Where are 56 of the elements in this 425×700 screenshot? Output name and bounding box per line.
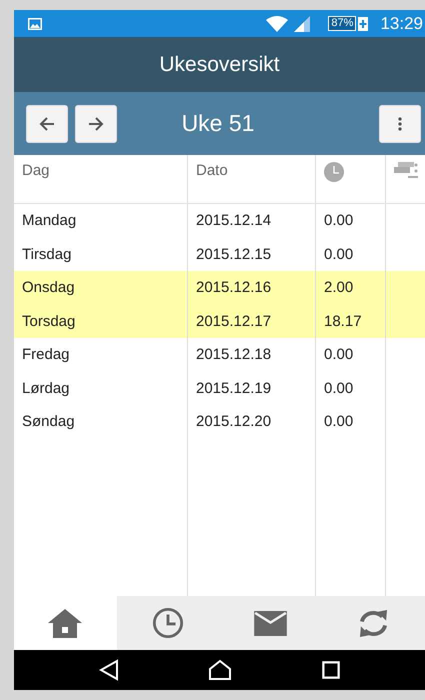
table-cell: 2015.12.16 bbox=[196, 279, 272, 296]
column-header: Dag bbox=[22, 162, 50, 179]
table-cell: 2015.12.17 bbox=[196, 312, 272, 330]
table-row[interactable]: Lørdag 2015.12.19 0.00 bbox=[14, 372, 425, 405]
sync-icon bbox=[358, 608, 390, 638]
envelope-icon bbox=[254, 610, 288, 636]
home-tab[interactable] bbox=[14, 596, 117, 650]
right-arrow-icon bbox=[88, 116, 104, 132]
clock-icon bbox=[324, 162, 344, 182]
menu-button[interactable] bbox=[379, 104, 421, 142]
table-row[interactable]: Søndag 2015.12.20 0.00 bbox=[14, 405, 425, 438]
table-cell: Tirsdag bbox=[22, 246, 72, 263]
recents-button[interactable] bbox=[322, 661, 340, 679]
table-row[interactable]: Torsdag 2015.12.17 18.17 bbox=[14, 304, 425, 338]
table-cell: Torsdag bbox=[22, 312, 76, 330]
table-cell: 2015.12.18 bbox=[196, 346, 272, 364]
signal-icon bbox=[294, 16, 310, 32]
table-cell: 18.17 bbox=[324, 312, 362, 330]
table-row[interactable]: Fredag 2015.12.18 0.00 bbox=[14, 338, 425, 372]
table-cell: 2015.12.14 bbox=[196, 212, 272, 230]
home-icon bbox=[208, 659, 232, 681]
table-cell: 2.00 bbox=[324, 279, 354, 296]
back-button[interactable] bbox=[98, 659, 119, 681]
table-cell: Lørdag bbox=[22, 380, 70, 397]
table-cell: Søndag bbox=[22, 413, 75, 430]
table-cell: 2015.12.19 bbox=[196, 380, 272, 397]
house-icon bbox=[47, 608, 84, 638]
table-cell: 0.00 bbox=[324, 212, 354, 230]
more-icon bbox=[398, 116, 402, 132]
week-label: Uke 51 bbox=[180, 110, 256, 137]
table-cell: 0.00 bbox=[324, 413, 354, 430]
charging-icon bbox=[358, 16, 368, 30]
table-cell: 2015.12.20 bbox=[196, 413, 272, 430]
table-cell: Mandag bbox=[22, 212, 76, 230]
table-cell: Fredag bbox=[22, 346, 70, 364]
table-row[interactable]: Onsdag 2015.12.16 2.00 bbox=[14, 271, 425, 304]
home-button[interactable] bbox=[208, 659, 232, 681]
table-cell: Onsdag bbox=[22, 279, 75, 296]
page-title: Ukesoversikt bbox=[159, 52, 280, 76]
table-cell: 2015.12.15 bbox=[196, 246, 272, 263]
next-button[interactable] bbox=[75, 104, 117, 142]
wifi-icon bbox=[266, 16, 288, 32]
table-cell: 0.00 bbox=[324, 246, 354, 263]
cards-icon bbox=[394, 162, 418, 180]
back-icon bbox=[98, 659, 119, 681]
clock-icon bbox=[152, 607, 184, 639]
column-header: Dato bbox=[196, 162, 228, 179]
battery-level: 87% bbox=[328, 16, 356, 31]
table-row[interactable]: Mandag 2015.12.14 0.00 bbox=[14, 204, 425, 238]
clock-time: 13:29 bbox=[380, 14, 423, 34]
table-cell: 0.00 bbox=[324, 346, 354, 364]
left-arrow-icon bbox=[39, 116, 55, 132]
table-cell: 0.00 bbox=[324, 380, 354, 397]
image-icon bbox=[28, 18, 42, 30]
square-icon bbox=[322, 661, 340, 679]
previous-button[interactable] bbox=[26, 104, 68, 142]
